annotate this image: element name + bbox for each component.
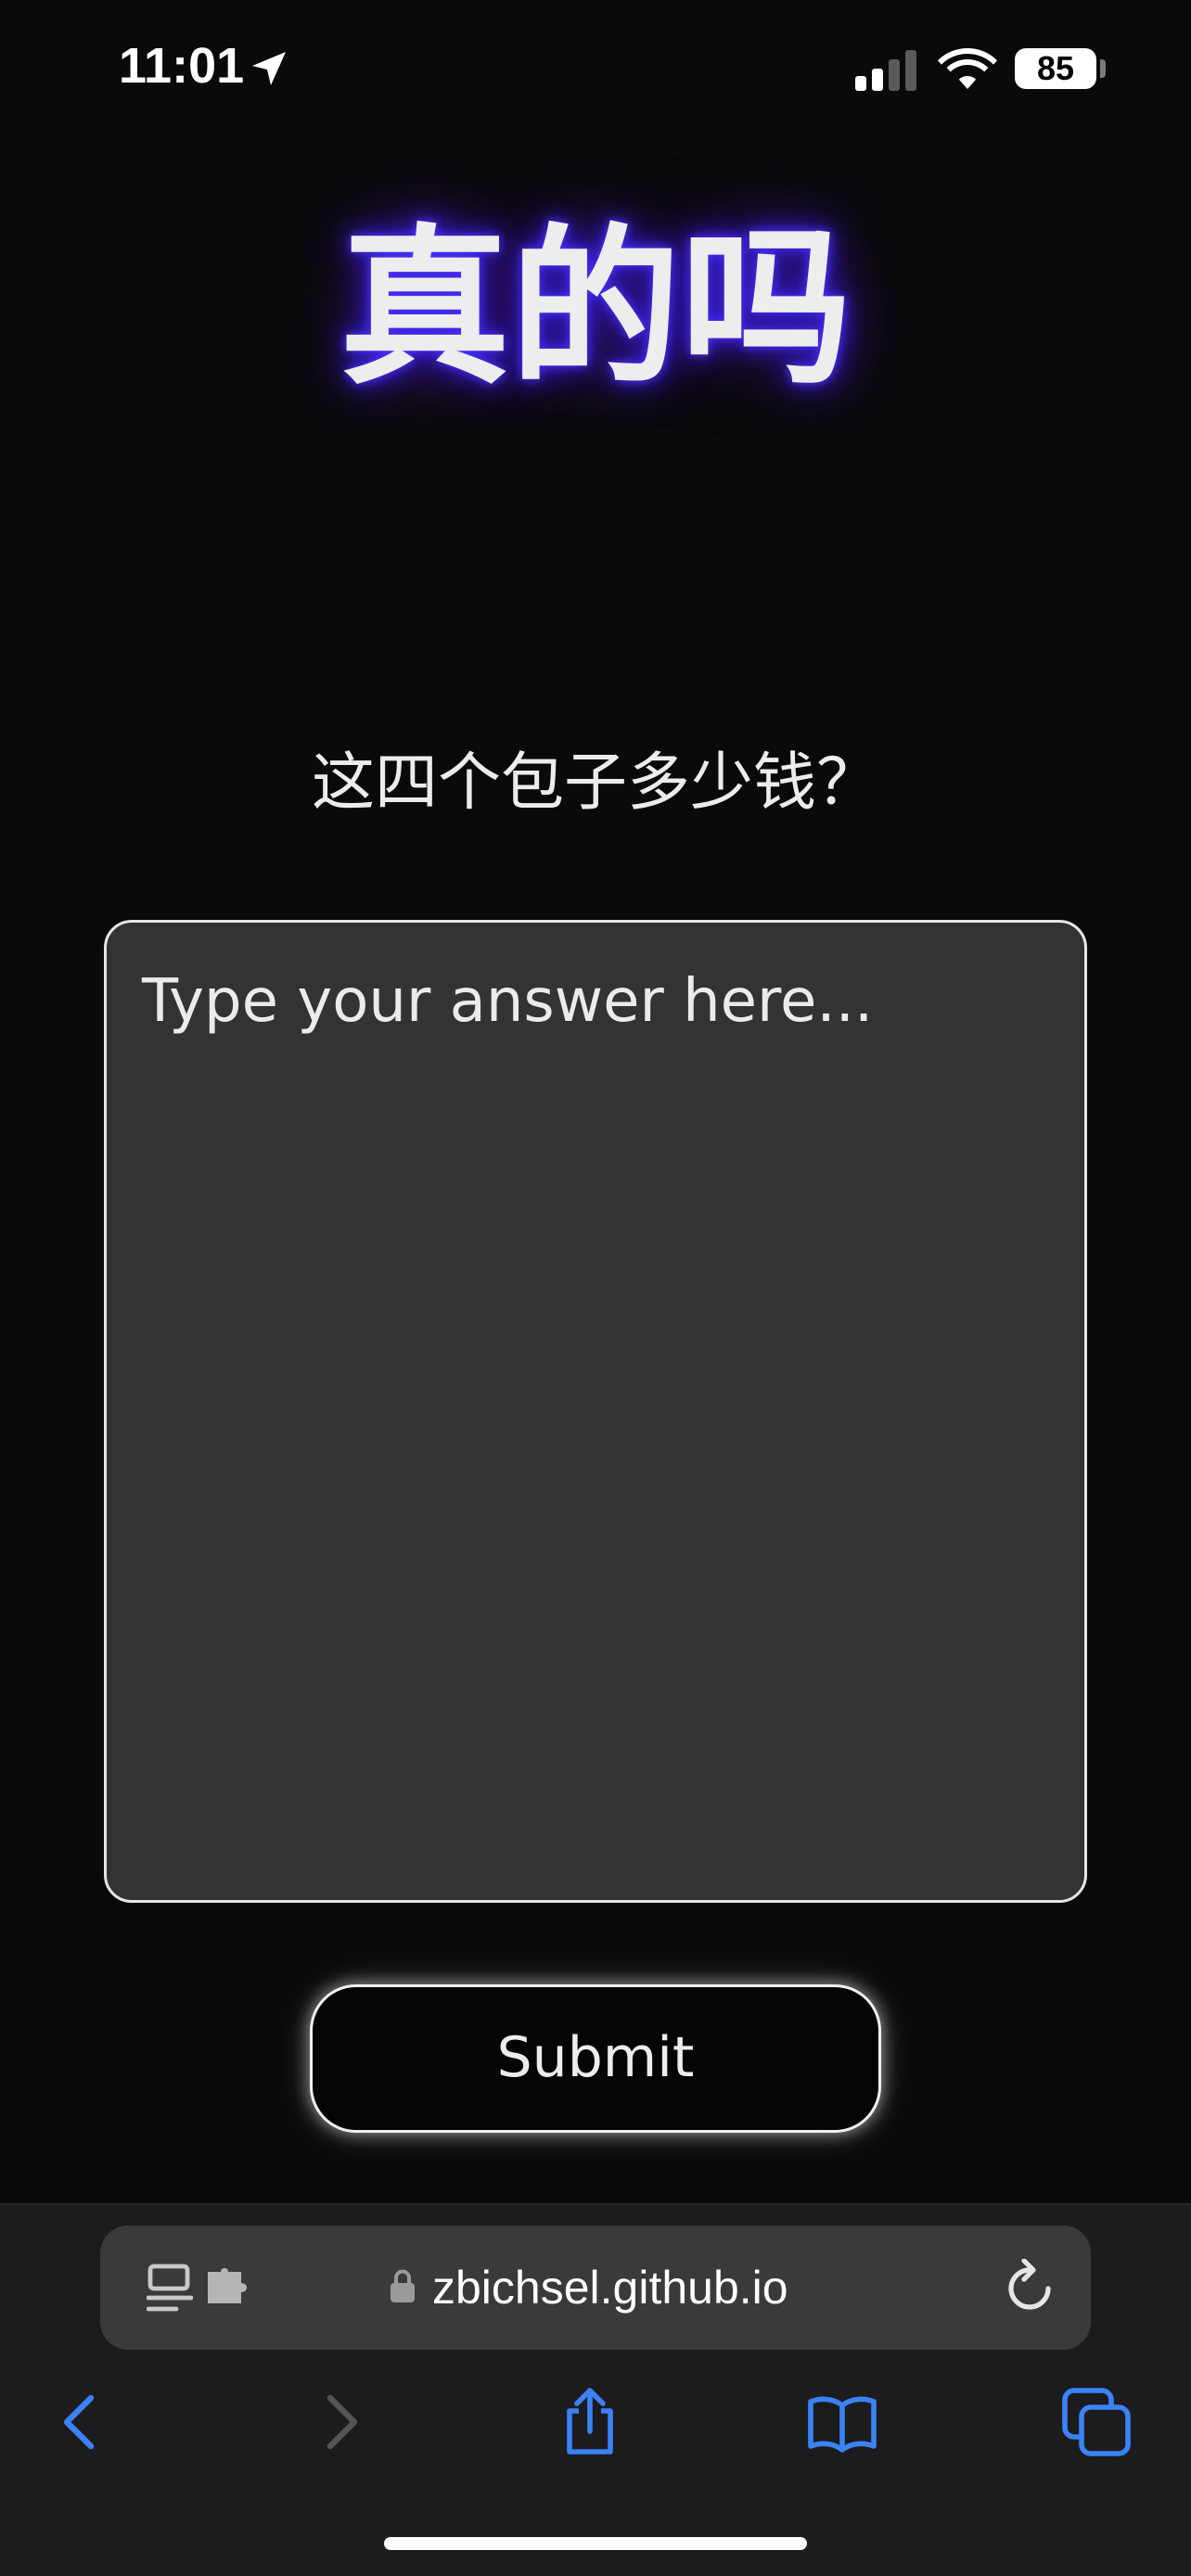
forward-icon[interactable] <box>304 2387 375 2457</box>
location-arrow-icon <box>252 52 286 85</box>
submit-button[interactable]: Submit <box>310 1984 881 2133</box>
back-icon[interactable] <box>46 2387 117 2457</box>
share-icon[interactable] <box>555 2387 625 2457</box>
status-time: 11:01 <box>119 38 245 94</box>
home-indicator[interactable] <box>384 2537 807 2550</box>
cellular-signal-icon <box>855 50 916 91</box>
extension-icon[interactable] <box>204 2268 250 2307</box>
battery-cap <box>1100 59 1106 78</box>
reader-mode-icon[interactable] <box>147 2263 193 2315</box>
status-bar: 11:01 85 <box>0 0 1191 139</box>
tabs-icon[interactable] <box>1061 2387 1132 2457</box>
reload-icon[interactable] <box>1005 2259 1054 2311</box>
wifi-icon <box>938 48 997 89</box>
page-title: 真的吗 <box>339 210 852 408</box>
battery-icon: 85 <box>1015 48 1096 89</box>
question-text: 这四个包子多少钱？ <box>311 746 879 820</box>
page: 11:01 85 真的吗 这四个包子多少钱？ Submit <box>0 0 1191 2576</box>
bookmarks-icon[interactable] <box>807 2387 877 2457</box>
url-text[interactable]: zbichsel.github.io <box>432 2253 788 2322</box>
answer-input[interactable] <box>104 920 1087 1903</box>
lock-icon <box>391 2269 415 2302</box>
